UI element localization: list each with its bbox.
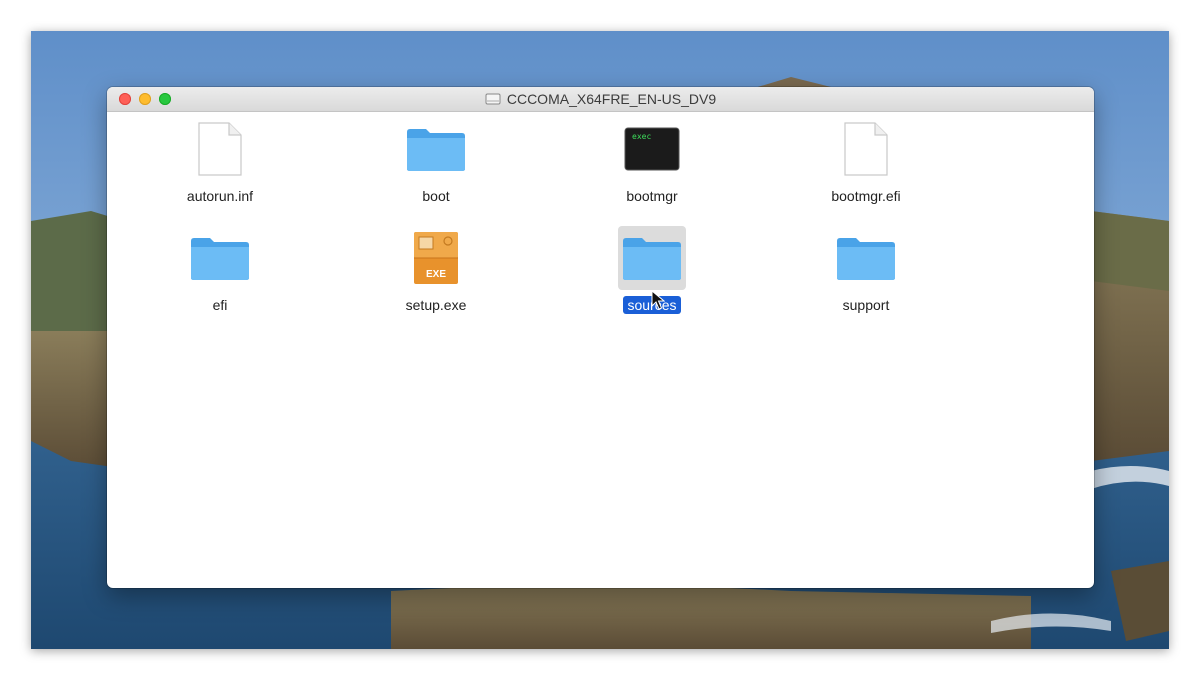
folder-label: boot [422,188,450,204]
exe-icon: EXE [414,232,458,284]
document-icon [198,122,242,176]
folder-item[interactable]: boot [371,119,501,219]
folder-item[interactable]: support [801,228,931,328]
folder-icon [191,238,249,280]
drive-icon [485,93,501,105]
finder-window: CCCOMA_X64FRE_EN-US_DV9 autorun.inf boot [107,87,1094,588]
folder-icon [407,129,465,171]
file-item[interactable]: bootmgr.efi [801,119,931,219]
document-icon [844,122,888,176]
folder-label: support [842,297,890,313]
folder-icon [837,238,895,280]
file-item[interactable]: autorun.inf [155,119,285,219]
svg-text:exec: exec [632,132,651,141]
file-label: autorun.inf [186,188,254,204]
file-label: bootmgr [626,188,678,204]
title-bar[interactable]: CCCOMA_X64FRE_EN-US_DV9 [107,87,1094,112]
file-item[interactable]: EXE setup.exe [371,228,501,328]
file-label: setup.exe [405,297,467,313]
file-label: bootmgr.efi [831,188,901,204]
svg-text:EXE: EXE [426,269,446,280]
window-title: CCCOMA_X64FRE_EN-US_DV9 [107,87,1094,111]
screenshot-frame: CCCOMA_X64FRE_EN-US_DV9 autorun.inf boot [31,31,1169,649]
file-item[interactable]: exec bootmgr [587,119,717,219]
folder-label: efi [212,297,228,313]
folder-icon [623,238,681,280]
window-title-text: CCCOMA_X64FRE_EN-US_DV9 [506,91,717,107]
folder-item-selected[interactable]: sources [587,226,717,328]
exec-icon: exec [624,127,680,171]
folder-item[interactable]: efi [155,228,285,328]
mouse-pointer-icon [651,290,665,310]
